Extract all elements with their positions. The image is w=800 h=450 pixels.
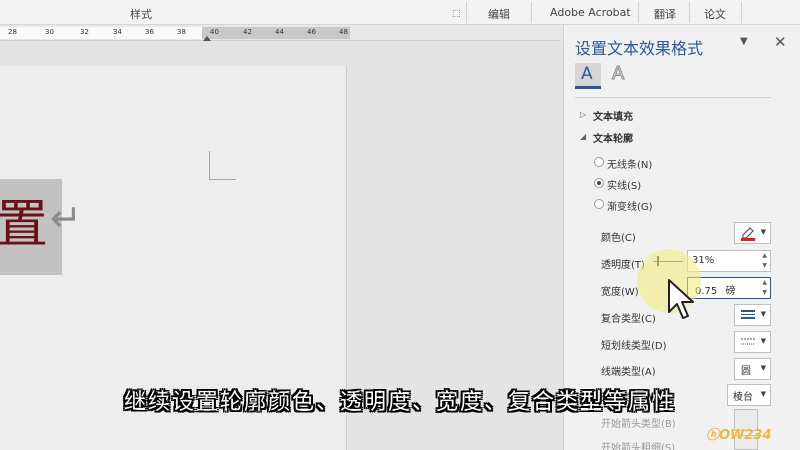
- ribbon-separator: [638, 2, 639, 23]
- width-label: 宽度(W): [601, 287, 639, 298]
- ruler-label: 42: [243, 28, 252, 36]
- ribbon-separator: [466, 2, 467, 23]
- crop-mark: [209, 151, 210, 180]
- dash-type-dropdown[interactable]: ▼: [734, 331, 771, 353]
- ruler-label: 40: [210, 28, 219, 36]
- spin-up-icon[interactable]: ▲: [762, 252, 767, 259]
- ruler-label: 28: [8, 28, 17, 36]
- begin-arrow-size-label: 开始箭头粗细(S): [601, 443, 676, 450]
- tab-paper[interactable]: 论文: [704, 6, 726, 22]
- spin-down-icon[interactable]: ▼: [762, 289, 767, 296]
- ruler-label: 30: [45, 28, 54, 36]
- ribbon-separator: [689, 2, 690, 23]
- spin-down-icon[interactable]: ▼: [762, 262, 767, 269]
- crop-mark: [209, 179, 236, 180]
- dash-type-label: 短划线类型(D): [601, 341, 667, 352]
- text-effects-tab-icon[interactable]: A: [611, 63, 624, 85]
- close-icon[interactable]: ✕: [774, 33, 787, 51]
- site-watermark-logo: ⓗOW234: [706, 428, 772, 443]
- text-fill-icon: A: [581, 64, 593, 84]
- radio-label: 无线条(N): [607, 160, 653, 171]
- chevron-down-icon: ▼: [760, 228, 766, 236]
- spin-up-icon[interactable]: ▲: [762, 279, 767, 286]
- ruler-text-area: [0, 27, 202, 39]
- paragraph-mark-icon: ↵: [50, 196, 82, 240]
- pane-title: 设置文本效果格式: [575, 39, 704, 58]
- radio-solid-line[interactable]: [594, 178, 604, 188]
- video-subtitle: 继续设置轮廓颜色、透明度、宽度、复合类型等属性: [123, 390, 676, 415]
- ruler-label: 46: [307, 28, 316, 36]
- chevron-right-icon[interactable]: ▷: [580, 110, 586, 119]
- tab-adobe-acrobat[interactable]: Adobe Acrobat: [550, 6, 631, 19]
- ruler-label: 48: [339, 28, 348, 36]
- cap-type-value: 圆: [741, 366, 751, 377]
- section-text-fill[interactable]: 文本填充: [593, 108, 633, 123]
- ruler-label: 44: [275, 28, 284, 36]
- section-text-outline[interactable]: 文本轮廓: [593, 130, 633, 145]
- ruler-label: 38: [177, 28, 186, 36]
- dialog-launcher-icon[interactable]: ⬚: [452, 9, 461, 19]
- dash-lines-icon: [741, 338, 755, 345]
- chevron-down-icon: ▼: [760, 310, 766, 318]
- radio-gradient-line[interactable]: [594, 199, 604, 209]
- begin-arrow-type-label: 开始箭头类型(B): [601, 419, 676, 430]
- compound-lines-icon: [741, 310, 755, 319]
- radio-label: 渐变线(G): [607, 202, 653, 213]
- text-fill-outline-tab[interactable]: A: [575, 63, 601, 89]
- ribbon-separator: [531, 2, 532, 23]
- tab-edit[interactable]: 编辑: [488, 6, 510, 22]
- chevron-down-icon: ▼: [760, 364, 766, 372]
- compound-type-label: 复合类型(C): [601, 314, 656, 325]
- cap-type-label: 线端类型(A): [601, 367, 656, 378]
- styles-group-label: 样式: [130, 8, 152, 21]
- chevron-down-icon: ▼: [760, 337, 766, 345]
- radio-no-line[interactable]: [594, 157, 604, 167]
- color-label: 颜色(C): [601, 233, 636, 244]
- outline-color-picker[interactable]: ▼: [734, 222, 771, 244]
- chevron-down-icon[interactable]: ◢: [580, 132, 586, 141]
- pane-divider: [575, 97, 771, 98]
- ruler-label: 34: [113, 28, 122, 36]
- ruler-label: 36: [145, 28, 154, 36]
- ruler-label: 32: [80, 28, 89, 36]
- radio-label: 实线(S): [607, 181, 642, 192]
- width-unit: 磅: [725, 286, 736, 297]
- chevron-down-icon[interactable]: ▼: [740, 36, 748, 47]
- ribbon-separator: [741, 2, 742, 23]
- tab-translate[interactable]: 翻译: [654, 6, 676, 22]
- selected-text[interactable]: 置: [0, 190, 48, 260]
- mouse-pointer-icon: [668, 279, 694, 319]
- pen-color-icon: [741, 227, 755, 241]
- compound-type-dropdown[interactable]: ▼: [734, 304, 771, 326]
- cap-type-dropdown[interactable]: 圆 ▼: [734, 358, 771, 380]
- transparency-input[interactable]: 31% ▲ ▼: [687, 250, 771, 272]
- ribbon: 样式 ⬚ 编辑 Adobe Acrobat 翻译 论文: [0, 0, 800, 25]
